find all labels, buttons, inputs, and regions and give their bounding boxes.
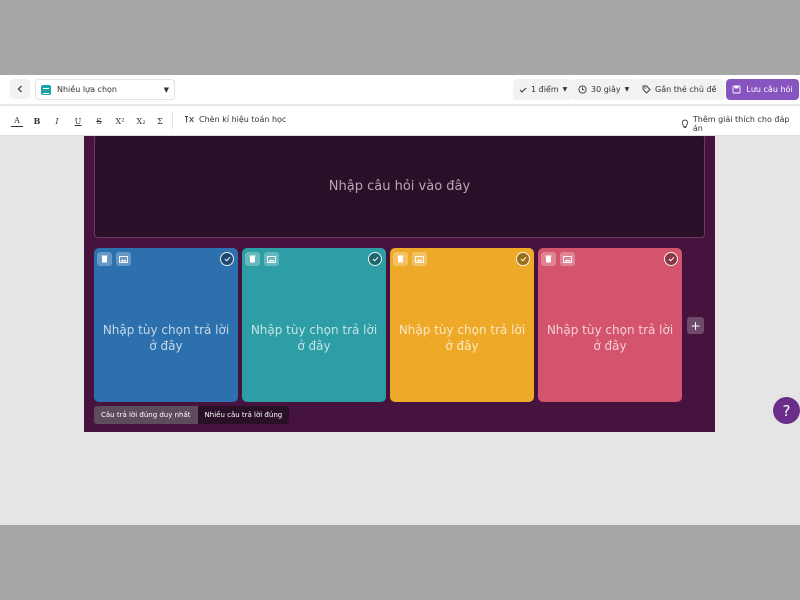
- equation-button[interactable]: Σ: [154, 115, 166, 127]
- insert-math-symbol-button[interactable]: Chèn kí hiệu toán học: [184, 115, 286, 124]
- answer-option-3[interactable]: Nhập tùy chọn trả lời ở đây: [390, 248, 534, 402]
- answer-placeholder-line: Nhập tùy chọn trả lời: [102, 323, 230, 337]
- delete-option-button[interactable]: [245, 252, 260, 266]
- question-type-label: Nhiều lựa chọn: [57, 85, 117, 94]
- points-label: 1 điểm: [531, 85, 559, 94]
- delete-option-button[interactable]: [97, 252, 112, 266]
- trash-icon: [249, 255, 256, 263]
- tag-icon: [642, 85, 651, 94]
- question-input[interactable]: Nhập câu hỏi vào đây: [94, 136, 705, 238]
- mark-correct-toggle[interactable]: [516, 252, 530, 266]
- check-icon: [520, 256, 526, 262]
- mark-correct-toggle[interactable]: [220, 252, 234, 266]
- check-icon: [372, 256, 378, 262]
- trash-icon: [397, 255, 404, 263]
- add-image-button[interactable]: [412, 252, 427, 266]
- check-icon: [519, 87, 527, 93]
- multiple-correct-answers-option[interactable]: Nhiều câu trả lời đúng: [197, 406, 290, 424]
- save-icon: [732, 85, 741, 94]
- header-bar: Nhiều lựa chọn ▼ 1 điểm ▼ 30 giây ▼ Gắn …: [0, 75, 800, 105]
- answer-placeholder: Nhập tùy chọn trả lời ở đây: [396, 322, 528, 354]
- add-explanation-label: Thêm giải thích cho đáp án: [692, 115, 790, 133]
- answer-placeholder: Nhập tùy chọn trả lời ở đây: [100, 322, 232, 354]
- check-icon: [224, 256, 230, 262]
- image-icon: [563, 255, 572, 263]
- add-explanation-button[interactable]: Thêm giải thích cho đáp án: [681, 115, 800, 133]
- answer-placeholder-line: Nhập tùy chọn trả lời: [250, 323, 378, 337]
- chevron-down-icon: ▼: [163, 85, 169, 94]
- italic-button[interactable]: I: [51, 115, 63, 127]
- answer-placeholder-line: ở đây: [297, 339, 331, 353]
- delete-option-button[interactable]: [541, 252, 556, 266]
- multiple-choice-icon: [41, 84, 51, 95]
- answer-option-2[interactable]: Nhập tùy chọn trả lời ở đây: [242, 248, 386, 402]
- help-button[interactable]: ?: [773, 397, 800, 424]
- sigma-icon: Σ: [157, 116, 163, 126]
- formatting-toolbar: A B I U S X² X₂ Σ Chèn kí hiệu toán học: [0, 106, 800, 136]
- add-image-button[interactable]: [560, 252, 575, 266]
- answer-placeholder-line: ở đây: [593, 339, 627, 353]
- text-color-button[interactable]: A: [11, 115, 23, 127]
- chevron-left-icon: [17, 85, 22, 93]
- chevron-down-icon: ▼: [562, 86, 568, 93]
- chevron-down-icon: ▼: [624, 86, 630, 93]
- image-icon: [267, 255, 276, 263]
- points-dropdown[interactable]: 1 điểm ▼: [513, 79, 574, 100]
- image-icon: [119, 255, 128, 263]
- question-placeholder: Nhập câu hỏi vào đây: [328, 178, 471, 194]
- italic-label: I: [55, 116, 59, 126]
- answer-placeholder-line: ở đây: [445, 339, 479, 353]
- quiz-editor-app: Nhiều lựa chọn ▼ 1 điểm ▼ 30 giây ▼ Gắn …: [0, 75, 800, 525]
- question-mark-icon: ?: [782, 401, 791, 420]
- answer-option-1[interactable]: Nhập tùy chọn trả lời ở đây: [94, 248, 238, 402]
- answer-option-4[interactable]: Nhập tùy chọn trả lời ở đây: [538, 248, 682, 402]
- add-image-button[interactable]: [116, 252, 131, 266]
- superscript-label: X²: [115, 116, 125, 126]
- subscript-label: X₂: [136, 116, 146, 126]
- delete-option-button[interactable]: [393, 252, 408, 266]
- mark-correct-toggle[interactable]: [368, 252, 382, 266]
- add-option-button[interactable]: +: [687, 317, 704, 334]
- clock-icon: [578, 85, 587, 94]
- lightbulb-icon: [681, 119, 689, 128]
- text-color-label: A: [14, 116, 20, 125]
- superscript-button[interactable]: X²: [113, 115, 127, 127]
- bold-label: B: [33, 116, 41, 126]
- single-correct-answer-option[interactable]: Câu trả lời đúng duy nhất: [94, 406, 198, 424]
- underline-button[interactable]: U: [72, 115, 84, 127]
- answer-placeholder: Nhập tùy chọn trả lời ở đây: [248, 322, 380, 354]
- multiple-correct-answers-label: Nhiều câu trả lời đúng: [204, 411, 283, 419]
- question-type-select[interactable]: Nhiều lựa chọn ▼: [35, 79, 175, 100]
- back-button[interactable]: [10, 79, 30, 99]
- save-question-label: Lưu câu hỏi: [746, 85, 793, 94]
- bold-button[interactable]: B: [31, 115, 43, 127]
- tag-topic-button[interactable]: Gắn thẻ chủ đề: [633, 79, 726, 100]
- answer-placeholder-line: Nhập tùy chọn trả lời: [546, 323, 674, 337]
- tag-topic-label: Gắn thẻ chủ đề: [655, 85, 717, 94]
- check-icon: [668, 256, 674, 262]
- single-correct-answer-label: Câu trả lời đúng duy nhất: [101, 411, 191, 419]
- time-label: 30 giây: [591, 85, 621, 94]
- add-image-button[interactable]: [264, 252, 279, 266]
- trash-icon: [545, 255, 552, 263]
- save-question-button[interactable]: Lưu câu hỏi: [726, 79, 799, 100]
- insert-math-symbol-label: Chèn kí hiệu toán học: [199, 115, 287, 124]
- subscript-button[interactable]: X₂: [134, 115, 148, 127]
- mark-correct-toggle[interactable]: [664, 252, 678, 266]
- plus-icon: +: [690, 318, 701, 333]
- underline-label: U: [74, 116, 82, 126]
- answer-placeholder-line: ở đây: [149, 339, 183, 353]
- trash-icon: [101, 255, 108, 263]
- toolbar-divider: [172, 113, 173, 129]
- question-editor: Nhập câu hỏi vào đây Nhập tùy chọn trả l…: [84, 136, 715, 432]
- strikethrough-label: S: [96, 116, 102, 126]
- time-dropdown[interactable]: 30 giây ▼: [572, 79, 636, 100]
- answer-placeholder: Nhập tùy chọn trả lời ở đây: [544, 322, 676, 354]
- image-icon: [415, 255, 424, 263]
- strikethrough-button[interactable]: S: [93, 115, 105, 127]
- answer-placeholder-line: Nhập tùy chọn trả lời: [398, 323, 526, 337]
- answer-mode-toggle: Câu trả lời đúng duy nhất Nhiều câu trả …: [94, 406, 290, 424]
- math-symbol-icon: [185, 116, 194, 123]
